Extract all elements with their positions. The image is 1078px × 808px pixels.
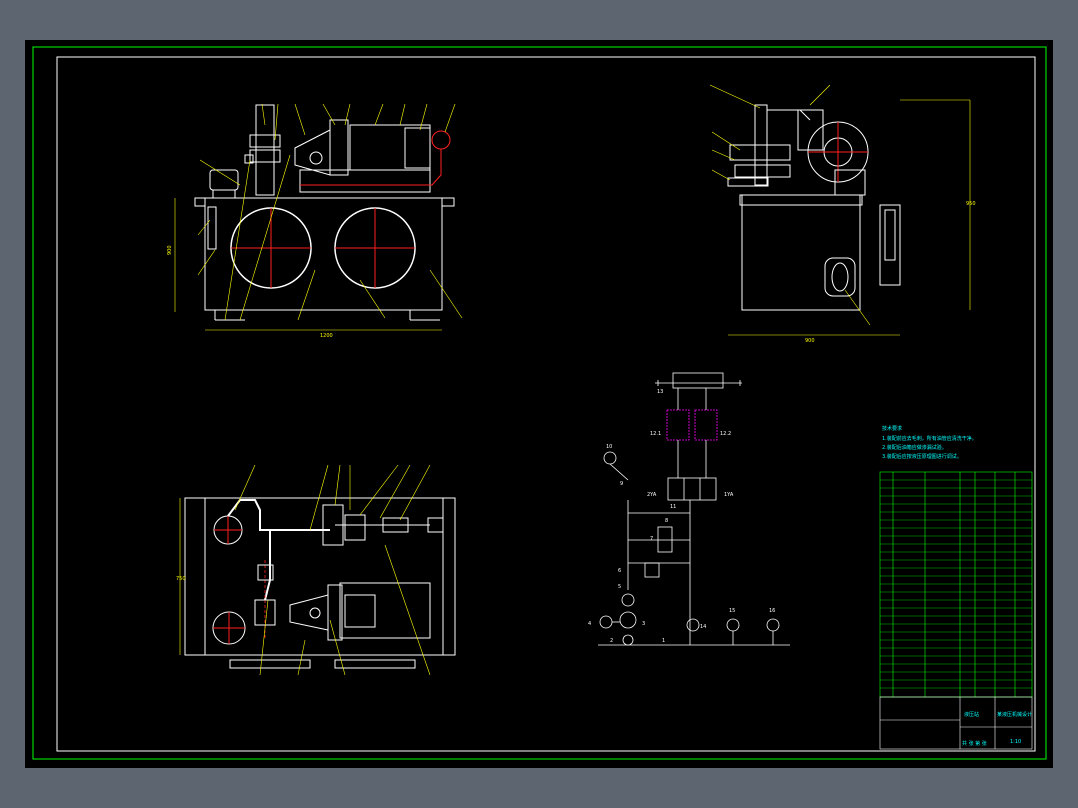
title-scale: 1:10 — [1010, 739, 1021, 745]
top-dim-height: 750 — [176, 576, 186, 582]
svg-text:1.装配前应去毛刺，所有油管应清洗干净。: 1.装配前应去毛刺，所有油管应清洗干净。 — [882, 435, 977, 442]
side-dim-width: 900 — [805, 338, 815, 344]
svg-text:13: 13 — [657, 389, 663, 395]
svg-text:3.装配后应按液压原理图进行调试。: 3.装配后应按液压原理图进行调试。 — [882, 453, 962, 460]
title-drawing-name: 液压站 — [964, 711, 979, 718]
svg-text:3: 3 — [642, 621, 645, 627]
sheet-background — [25, 40, 1053, 768]
svg-text:6: 6 — [618, 568, 621, 574]
svg-text:16: 16 — [769, 608, 775, 614]
svg-text:1YA: 1YA — [724, 492, 734, 498]
svg-text:1: 1 — [662, 638, 665, 644]
notes-title: 技术要求 — [882, 425, 902, 432]
front-dim-width: 1200 — [320, 333, 333, 339]
svg-text:10: 10 — [606, 444, 612, 450]
svg-text:2: 2 — [610, 638, 613, 644]
svg-text:5: 5 — [618, 584, 621, 590]
svg-text:12.2: 12.2 — [720, 431, 731, 437]
svg-text:2.装配后油箱应做渗漏试验。: 2.装配后油箱应做渗漏试验。 — [882, 444, 947, 451]
svg-text:14: 14 — [700, 624, 706, 630]
svg-text:15: 15 — [729, 608, 735, 614]
svg-text:2YA: 2YA — [647, 492, 657, 498]
svg-text:8: 8 — [665, 518, 668, 524]
cad-viewer: 900 1200 950 900 750 13 12.1 12.2 10 9 1… — [0, 0, 1078, 808]
side-dim-height: 950 — [966, 201, 976, 207]
svg-text:11: 11 — [670, 504, 676, 510]
front-dim-height: 900 — [167, 245, 173, 255]
svg-text:12.1: 12.1 — [650, 431, 661, 437]
svg-text:9: 9 — [620, 481, 623, 487]
svg-text:4: 4 — [588, 621, 591, 627]
svg-text:7: 7 — [650, 536, 653, 542]
title-sheet: 共 张 第 张 — [962, 740, 987, 747]
title-company: 某液压机械设计 — [997, 711, 1032, 718]
drawing-canvas[interactable]: 900 1200 950 900 750 13 12.1 12.2 10 9 1… — [0, 0, 1078, 808]
